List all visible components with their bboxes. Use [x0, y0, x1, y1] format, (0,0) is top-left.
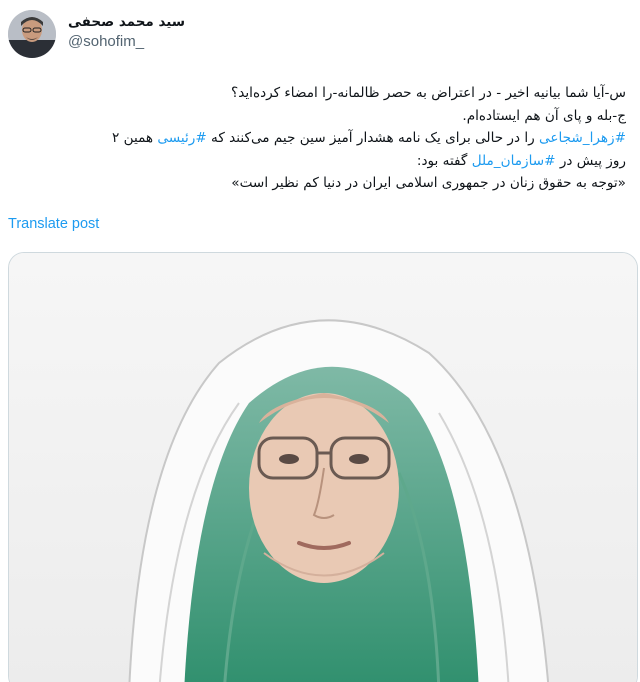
translate-post-link[interactable]: Translate post: [8, 216, 99, 232]
portrait-illustration-icon: [9, 253, 637, 682]
tweet-text-fragment: روز پیش در: [555, 152, 626, 169]
tweet-text: س-آیا شما بیانیه اخیر - در اعتراض به حصر…: [26, 82, 626, 195]
author-display-name[interactable]: سید محمد صحفی: [68, 12, 185, 32]
author-handle[interactable]: @sohofim_: [68, 32, 185, 52]
tweet-line-2: ج-بله و پای آن هم ایستاده‌ام.: [462, 107, 626, 124]
profile-photo-icon[interactable]: [8, 10, 56, 58]
tweet-text-fragment: را در حالی برای یک نامه هشدار آمیز سین ج…: [206, 130, 540, 146]
hashtag-link[interactable]: #رئیسی: [157, 130, 206, 146]
hashtag-link[interactable]: #سازمان_ملل: [472, 153, 556, 169]
tweet-header: سید محمد صحفی @sohofim_: [8, 10, 185, 58]
author-names: سید محمد صحفی @sohofim_: [68, 12, 185, 52]
hashtag-link[interactable]: #زهرا_شجاعی: [539, 130, 626, 146]
tweet-media[interactable]: [8, 252, 638, 682]
tweet-line-3: #زهرا_شجاعی را در حالی برای یک نامه هشدا…: [26, 127, 626, 150]
tweet-line-1: س-آیا شما بیانیه اخیر - در اعتراض به حصر…: [231, 85, 626, 101]
tweet-text-fragment: گفته بود:: [416, 152, 472, 169]
tweet-text-fragment: همین ۲: [111, 130, 158, 146]
tweet-line-5: «توجه به حقوق زنان در جمهوری اسلامی ایرا…: [231, 175, 626, 191]
tweet-line-4: روز پیش در #سازمان_ملل گفته بود:: [26, 150, 626, 173]
